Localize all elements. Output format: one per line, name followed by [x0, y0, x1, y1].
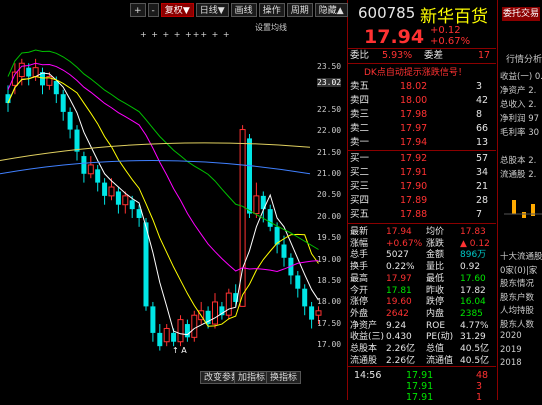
book-row[interactable]: 买四 17.89 28 — [348, 194, 496, 208]
quote-panel: 600785 新华百货 17.94 +0.12 +0.67% 委比 5.93% … — [348, 0, 496, 403]
price-tick: 17.50 — [317, 318, 342, 328]
book-row[interactable]: 卖五 18.02 3 — [348, 80, 496, 94]
price-tick: 18.00 — [317, 297, 342, 307]
info-row: 股东人数 — [500, 319, 535, 330]
add-indicator-button[interactable]: 加指标 — [234, 371, 270, 384]
info-row: 股东户数 — [500, 292, 535, 303]
mini-chart — [504, 200, 542, 218]
info-row: 总股本 2. — [500, 156, 537, 166]
price-change-pct: +0.67% — [430, 36, 471, 47]
analysis-title[interactable]: 行情分析 — [506, 52, 542, 65]
info-row: 股东情况 — [500, 279, 535, 289]
switch-indicator-button[interactable]: 换指标 — [266, 371, 302, 384]
info-row: 2019 — [500, 344, 522, 355]
svg-text:↑ A: ↑ A — [172, 346, 187, 355]
price-tick: 17.00 — [317, 340, 342, 350]
kline-chart[interactable]: + - 复权▼ 日线▼ 画线 操作 周期 隐藏▲ 设置均线 + + + + ++… — [0, 0, 348, 400]
book-row[interactable]: 买二 17.91 34 — [348, 166, 496, 180]
price-change: +0.12 — [430, 25, 461, 36]
book-row[interactable]: 卖二 17.97 66 — [348, 122, 496, 136]
info-row: 收益(一) 0. — [500, 72, 542, 82]
price-tick: 23.50 — [317, 62, 342, 71]
info-row: 十大流通股东 — [500, 252, 542, 262]
book-row[interactable]: 卖四 18.00 42 — [348, 94, 496, 108]
current-price: 17.94 — [364, 26, 425, 48]
trade-tab[interactable]: 委托交易 — [502, 7, 540, 21]
signal-link[interactable]: DK点自动提示涨跌信号！ — [364, 65, 467, 78]
candlestick-plot: ↑ A — [0, 49, 322, 355]
book-row[interactable]: 卖一 17.94 13 — [348, 136, 496, 150]
info-row: 2018 — [500, 358, 522, 368]
info-row: 2020 — [500, 331, 522, 341]
order-ratio-row: 委比 5.93% 委差 17 — [350, 50, 491, 61]
stock-code: 600785 — [358, 4, 416, 22]
book-row[interactable]: 买一 17.92 57 — [348, 152, 496, 166]
price-tick: 20.00 — [317, 211, 342, 221]
info-row: 净资产 2. — [500, 86, 537, 96]
price-tick: 23.02 — [317, 78, 342, 87]
price-tick: 19.00 — [317, 254, 342, 264]
info-row: 毛利率 30 — [500, 128, 540, 138]
price-tick: 20.50 — [317, 190, 342, 200]
price-tick: 19.50 — [317, 233, 342, 243]
info-row: 流通股 2. — [500, 170, 537, 180]
price-tick: 18.50 — [317, 276, 342, 285]
info-panel: 委托交易 行情分析 收益(一) 0. 净资产 2. 总收入 2. 净利润 97 毛利率 … — [497, 0, 542, 400]
info-row: 0家(0)|家 — [500, 265, 538, 276]
price-tick: 22.50 — [317, 104, 342, 114]
info-row: 总收入 2. — [500, 100, 537, 110]
tick-row: 17.91 1 — [406, 392, 483, 403]
price-tick: 21.00 — [317, 169, 342, 178]
price-tick: 22.00 — [317, 126, 342, 136]
book-row[interactable]: 卖三 17.98 8 — [348, 108, 496, 122]
info-row: 净利润 97 — [500, 114, 540, 124]
info-row: 人均持股 — [500, 306, 535, 316]
stock-name: 新华百货 — [420, 7, 488, 27]
book-row[interactable]: 买三 17.90 21 — [348, 180, 496, 194]
price-tick: 21.50 — [317, 147, 342, 157]
book-row[interactable]: 买五 17.88 7 — [348, 208, 496, 222]
